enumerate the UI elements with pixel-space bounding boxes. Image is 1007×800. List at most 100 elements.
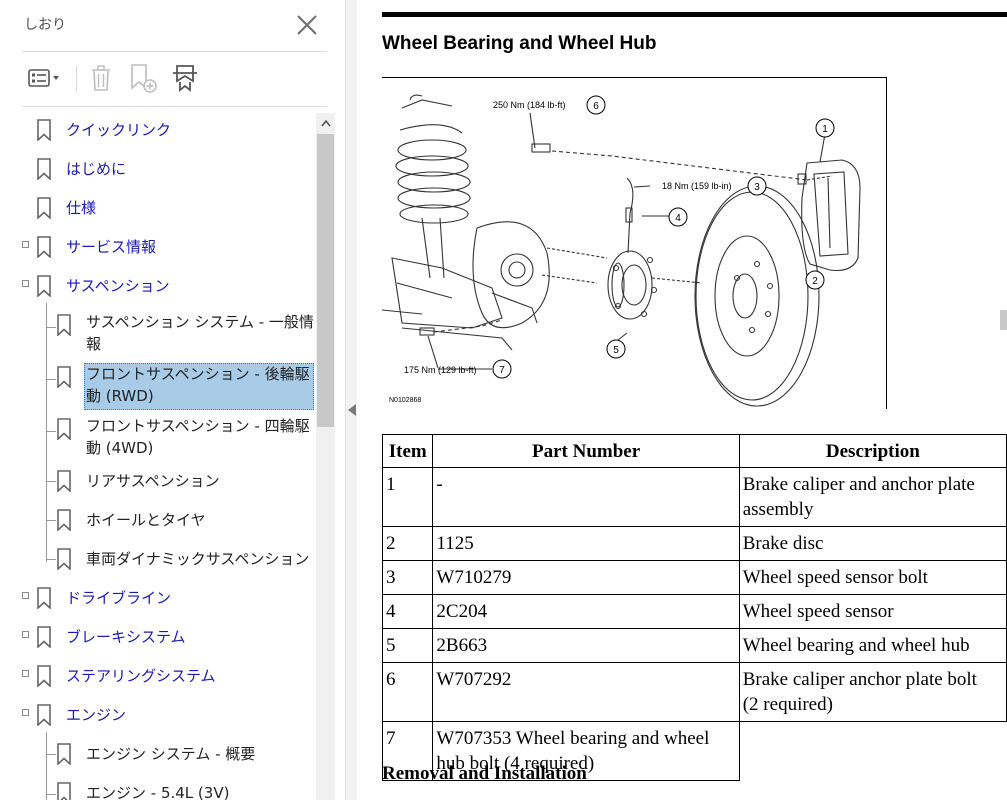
bookmark-item-wheels-tires[interactable]: ホイールとタイヤ (0, 502, 315, 538)
callout-2: 2 (805, 270, 825, 290)
divider (22, 106, 327, 107)
options-menu-button[interactable] (22, 58, 66, 98)
panel-title: しおり (24, 17, 66, 33)
bookmark-item-brake-system[interactable]: ブレーキシステム (0, 619, 315, 655)
figure-id: N0102868 (389, 397, 421, 404)
callout-number: 3 (754, 182, 760, 193)
delete-bookmark-button[interactable] (84, 58, 118, 98)
callout-3: 18 Nm (159 lb-in) 3 (662, 176, 767, 196)
bookmark-label: フロントサスペンション - 四輪駆動 (4WD) (86, 417, 310, 457)
part-number-cell: - (432, 467, 740, 527)
bookmark-icon (37, 704, 51, 726)
figure-callouts: 250 Nm (184 lb-ft) 6 1 18 Nm (159 lb-in)… (404, 95, 835, 379)
close-panel-button[interactable] (292, 10, 322, 40)
bookmark-icon (57, 366, 71, 388)
callout-7: 175 Nm (129 lb-ft) 7 (404, 359, 512, 379)
document-view: Wheel Bearing and Wheel Hub 250 Nm (184 … (357, 0, 1007, 800)
bookmark-icon (57, 509, 71, 531)
bookmark-item-suspension[interactable]: サスペンション (0, 268, 315, 304)
expand-toggle[interactable] (22, 241, 29, 248)
bookmark-label: ホイールとタイヤ (86, 511, 206, 529)
expand-toggle[interactable] (22, 670, 29, 677)
collapse-toggle[interactable] (22, 280, 29, 287)
chevron-up-icon (320, 119, 331, 127)
table-row: 5 2B663 Wheel bearing and wheel hub (381, 628, 1007, 663)
bookmark-item-introduction[interactable]: はじめに (0, 151, 315, 187)
description-cell (738, 721, 1007, 781)
part-number-cell: 2B663 (432, 628, 740, 663)
callout-4: 4 (668, 207, 688, 227)
bookmark-label: 車両ダイナミックサスペンション (86, 550, 310, 568)
bookmark-item-driveline[interactable]: ドライブライン (0, 580, 315, 616)
collapse-toggle[interactable] (22, 709, 29, 716)
document-scrollbar-thumb[interactable] (1000, 310, 1007, 330)
item-cell: 2 (381, 526, 434, 561)
bookmarks-scrollbar[interactable] (316, 113, 335, 800)
new-bookmark-icon (131, 64, 157, 93)
bookmark-label: ブレーキシステム (66, 628, 186, 646)
expand-bookmark-button[interactable] (166, 58, 204, 98)
divider (22, 51, 327, 52)
bookmark-icon (57, 743, 71, 765)
bookmark-label: クイックリンク (66, 121, 172, 139)
item-cell: 1 (381, 467, 434, 527)
description-line: assembly (742, 499, 814, 520)
bookmark-item-front-suspension-rwd[interactable]: フロントサスペンション - 後輪駆動 (RWD) (0, 359, 315, 411)
scroll-up-button[interactable] (316, 113, 335, 133)
bookmark-label: エンジン - 5.4L (3V) (86, 784, 230, 800)
description-cell: Brake caliper and anchor plate assembly (738, 467, 1007, 527)
bookmark-label: エンジン (66, 706, 127, 724)
bookmark-item-rear-suspension[interactable]: リアサスペンション (0, 463, 315, 499)
item-cell: 4 (381, 594, 434, 629)
bookmark-icon (37, 158, 51, 180)
table-header-row: Item Part Number Description (381, 434, 1007, 468)
expand-toggle[interactable] (22, 592, 29, 599)
torque-label-6: 250 Nm (184 lb-ft) (493, 100, 566, 110)
table-row: 6 W707292 Brake caliper anchor plate bol… (381, 662, 1007, 722)
bookmark-item-vehicle-dynamic-suspension[interactable]: 車両ダイナミックサスペンション (0, 541, 315, 577)
bookmark-item-engine[interactable]: エンジン (0, 697, 315, 733)
bookmark-icon (37, 236, 51, 258)
callout-1: 1 (815, 118, 835, 138)
scrollbar-thumb[interactable] (317, 134, 334, 427)
item-cell: 6 (381, 662, 434, 722)
description-cell: Brake caliper anchor plate bolt (2 requir… (738, 662, 1007, 722)
bookmark-icon (37, 665, 51, 687)
bookmark-item-engine-5-4l[interactable]: エンジン - 5.4L (3V) (0, 775, 315, 800)
close-icon (297, 15, 317, 35)
bookmark-icon (37, 275, 51, 297)
bookmark-item-specifications[interactable]: 仕様 (0, 190, 315, 226)
callout-number: 7 (499, 365, 505, 376)
bookmark-item-steering-system[interactable]: ステアリングシステム (0, 658, 315, 694)
callout-number: 1 (822, 124, 828, 135)
bookmark-icon (37, 626, 51, 648)
callout-number: 6 (593, 101, 599, 112)
bookmark-item-engine-overview[interactable]: エンジン システム - 概要 (0, 736, 315, 772)
table-row: 3 W710279 Wheel speed sensor bolt (381, 560, 1007, 595)
table-row: 4 2C204 Wheel speed sensor (381, 594, 1007, 629)
bookmark-item-quicklinks[interactable]: クイックリンク (0, 112, 315, 148)
bookmarks-header: しおり (0, 0, 345, 50)
panel-splitter[interactable] (345, 0, 357, 800)
bookmark-icon (57, 470, 71, 492)
item-cell: 3 (381, 560, 434, 595)
description-cell: Wheel speed sensor (738, 594, 1007, 629)
description-line: Brake caliper and anchor plate (742, 474, 975, 495)
table-row: 2 1125 Brake disc (381, 526, 1007, 561)
column-header-description: Description (738, 434, 1007, 468)
parts-table: Item Part Number Description 1 - Brake c… (381, 434, 1007, 781)
collapse-panel-icon[interactable] (348, 404, 356, 416)
bookmark-icon (57, 314, 71, 336)
bookmark-item-suspension-general[interactable]: サスペンション システム - 一般情報 (0, 307, 315, 359)
bookmark-icon (57, 418, 71, 440)
bookmark-item-front-suspension-4wd[interactable]: フロントサスペンション - 四輪駆動 (4WD) (0, 411, 315, 463)
bookmark-label: はじめに (66, 160, 127, 178)
description-cell: Wheel bearing and wheel hub (738, 628, 1007, 663)
expand-toggle[interactable] (22, 631, 29, 638)
new-bookmark-button[interactable] (124, 58, 162, 98)
callout-number: 4 (675, 213, 681, 224)
bookmark-label: エンジン システム - 概要 (86, 745, 256, 763)
header-rule (382, 12, 1007, 17)
callout-6: 250 Nm (184 lb-ft) 6 (493, 95, 606, 115)
bookmark-item-service-info[interactable]: サービス情報 (0, 229, 315, 265)
